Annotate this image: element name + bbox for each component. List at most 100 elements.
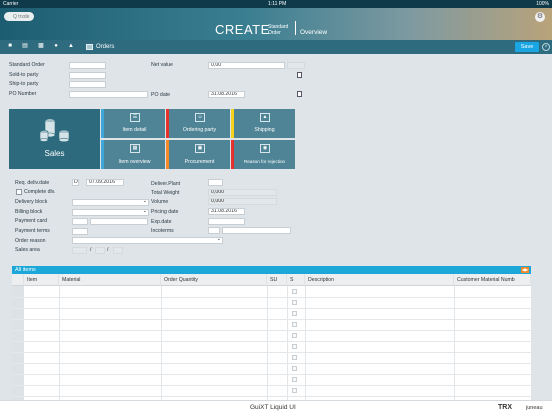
- page-title: CREATE: [215, 22, 270, 37]
- ship-to-field[interactable]: [69, 81, 106, 88]
- column-header-item[interactable]: Item: [24, 274, 59, 286]
- row-checkbox[interactable]: [292, 388, 297, 393]
- complete-dlv-checkbox[interactable]: [16, 189, 22, 195]
- column-header-customer-material-number[interactable]: Customer Material Numb: [454, 274, 531, 286]
- all-items-header: All items ◀▶: [12, 266, 531, 274]
- volume-field: 0,000: [208, 198, 277, 205]
- row-selector-column[interactable]: [12, 286, 24, 400]
- po-date-field[interactable]: 31.08.2016: [208, 91, 245, 98]
- table-row[interactable]: [12, 297, 531, 298]
- deliver-plant-field[interactable]: [208, 179, 223, 186]
- save-button[interactable]: Save: [515, 42, 539, 52]
- order-reason-label: Order reason: [15, 238, 46, 244]
- sales-org-field[interactable]: [72, 247, 87, 254]
- column-divider: [267, 286, 268, 400]
- chat-icon[interactable]: ●: [52, 43, 60, 50]
- database-icon: [40, 118, 70, 143]
- column-divider: [287, 286, 288, 400]
- select-all-header[interactable]: [12, 274, 24, 286]
- truck-icon: ▲: [260, 113, 270, 122]
- po-number-label: PO Number: [9, 91, 37, 97]
- req-deliv-period-field[interactable]: D: [72, 179, 79, 186]
- print-icon[interactable]: ▩: [37, 43, 45, 50]
- tile-procurement[interactable]: ▣ Procurement: [169, 140, 230, 169]
- settings-icon[interactable]: ⚙: [535, 12, 545, 22]
- attachment-icon[interactable]: [297, 91, 302, 97]
- total-weight-label: Total Weight: [151, 190, 180, 196]
- column-divider: [454, 286, 455, 400]
- home-icon[interactable]: ■: [6, 43, 14, 50]
- footer: GuiXT Liquid UI TRX juneau: [0, 400, 552, 414]
- delivery-block-dropdown[interactable]: ⌄: [72, 199, 149, 206]
- document-icon[interactable]: [297, 72, 302, 78]
- row-checkbox[interactable]: [292, 322, 297, 327]
- user-icon[interactable]: ▲: [67, 43, 75, 50]
- pricing-date-field[interactable]: 31.08.2016: [208, 208, 245, 215]
- column-divider: [305, 286, 306, 400]
- orders-link[interactable]: Orders: [96, 44, 114, 50]
- table-row[interactable]: [12, 319, 531, 320]
- net-value-field[interactable]: 0,00: [208, 62, 285, 69]
- exp-date-field[interactable]: [208, 218, 245, 225]
- expand-icon[interactable]: ◀▶: [521, 267, 529, 273]
- table-row[interactable]: [12, 330, 531, 331]
- pricing-date-label: Pricing date: [151, 209, 179, 215]
- row-checkbox[interactable]: [292, 366, 297, 371]
- tile-shipping[interactable]: ▲ Shipping: [234, 109, 295, 138]
- tile-item-overview[interactable]: ▦ Item overview: [104, 140, 165, 169]
- po-number-field[interactable]: [69, 91, 148, 98]
- table-row[interactable]: [12, 363, 531, 364]
- items-table: Item Material Order Quantity SU S Descri…: [12, 274, 531, 400]
- billing-block-dropdown[interactable]: ⌄: [72, 209, 149, 216]
- row-checkbox[interactable]: [292, 355, 297, 360]
- payment-terms-field[interactable]: [72, 228, 88, 235]
- sold-to-field[interactable]: [69, 72, 106, 79]
- tile-ordering-party[interactable]: ☺ Ordering party: [169, 109, 230, 138]
- orders-icon[interactable]: [86, 44, 93, 50]
- division-field[interactable]: [113, 247, 123, 254]
- incoterms-location-field[interactable]: [222, 227, 291, 234]
- search-input[interactable]: [4, 12, 34, 21]
- all-items-title: All items: [15, 267, 36, 273]
- row-checkbox[interactable]: [292, 377, 297, 382]
- separator: /: [107, 247, 109, 253]
- distribution-channel-field[interactable]: [95, 247, 105, 254]
- incoterms-label: Incoterms: [151, 228, 174, 234]
- order-reason-dropdown[interactable]: ⌄: [72, 237, 223, 244]
- row-checkbox[interactable]: [292, 300, 297, 305]
- payment-card-number-field[interactable]: [90, 218, 148, 225]
- tile-item-detail[interactable]: ☰ Item detail: [104, 109, 165, 138]
- column-header-material[interactable]: Material: [59, 274, 161, 286]
- req-deliv-date-field[interactable]: 07.09.2016: [86, 179, 124, 186]
- row-checkbox[interactable]: [292, 344, 297, 349]
- row-checkbox[interactable]: [292, 333, 297, 338]
- row-checkbox[interactable]: [292, 289, 297, 294]
- table-row[interactable]: [12, 352, 531, 353]
- column-header-description[interactable]: Description: [305, 274, 454, 286]
- table-row[interactable]: [12, 385, 531, 386]
- incoterms-field[interactable]: [208, 227, 220, 234]
- sales-panel[interactable]: Sales: [9, 109, 100, 169]
- standard-order-field[interactable]: [69, 62, 106, 69]
- table-row[interactable]: [12, 308, 531, 309]
- tile-label: Item overview: [118, 159, 151, 165]
- page-subtitle: Standard Order: [268, 24, 288, 36]
- table-row[interactable]: [12, 396, 531, 397]
- column-header-su[interactable]: SU: [267, 274, 287, 286]
- table-row[interactable]: [12, 374, 531, 375]
- toolbar: ■ ▤ ▩ ● ▲ Orders Save ×: [0, 40, 552, 54]
- row-checkbox[interactable]: [292, 311, 297, 316]
- sales-area-label: Sales area: [15, 247, 40, 253]
- exp-date-label: Exp.date: [151, 219, 172, 225]
- column-header-s[interactable]: S: [287, 274, 305, 286]
- document-icon[interactable]: ▤: [21, 43, 29, 50]
- column-header-order-quantity[interactable]: Order Quantity: [161, 274, 267, 286]
- tile-reason-for-rejection[interactable]: ◉ Reason for rejection: [234, 140, 295, 169]
- table-row[interactable]: [12, 341, 531, 342]
- close-icon[interactable]: ×: [542, 43, 550, 51]
- payment-card-type-field[interactable]: [72, 218, 88, 225]
- currency-field[interactable]: [287, 62, 305, 69]
- column-divider: [161, 286, 162, 400]
- sales-label: Sales: [44, 149, 65, 158]
- complete-dlv-label: Complete dlv.: [24, 189, 56, 195]
